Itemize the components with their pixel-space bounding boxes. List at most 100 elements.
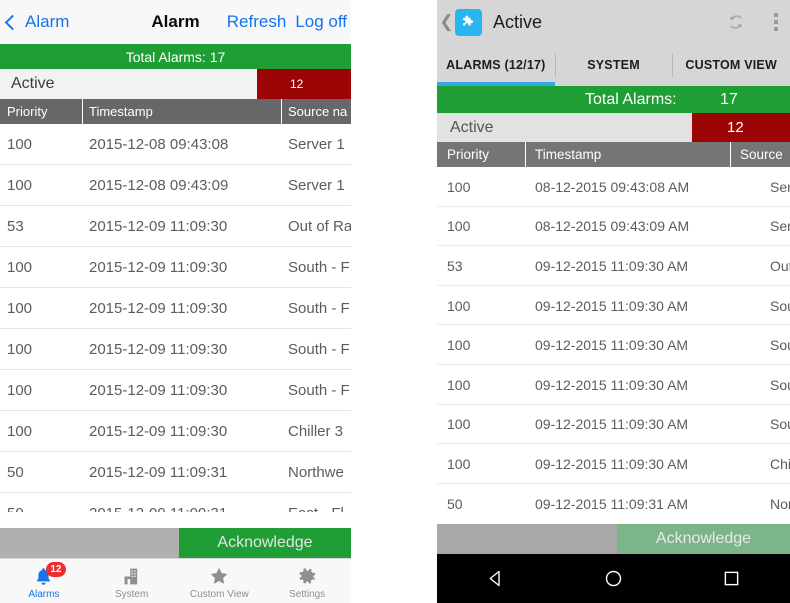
android-system-navigation-bar [437,554,790,603]
column-header-source[interactable]: Source na [288,99,351,124]
triangle-back-icon[interactable] [466,554,526,603]
total-alarms-value: 17 [720,90,738,108]
cell-timestamp: 09-12-2015 11:09:30 AM [535,337,689,354]
active-summary-row[interactable]: Active 12 [437,113,790,142]
tab-system[interactable]: System [88,559,176,603]
column-header-priority[interactable]: Priority [7,99,77,124]
cell-priority: 100 [447,218,471,235]
acknowledge-bar: Acknowledge [437,524,790,554]
tab-label: SYSTEM [587,58,640,72]
cell-source: South - F [288,259,350,276]
logoff-button[interactable]: Log off [295,12,347,32]
table-row[interactable]: 50 09-12-2015 11:09:31 AM North [437,483,790,522]
android-action-bar: ❮ Active [437,0,790,44]
cell-timestamp: 2015-12-09 11:09:30 [89,300,228,317]
table-row[interactable]: 100 2015-12-09 11:09:30 South - F [0,370,351,411]
table-row[interactable]: 100 2015-12-09 11:09:30 South - F [0,247,351,288]
acknowledge-bar: Acknowledge [0,528,351,558]
active-count-badge: 12 [257,69,351,99]
tab-label: Settings [289,588,326,600]
cell-priority: 50 [7,493,77,512]
cell-source: Server 1 [770,218,790,235]
back-chevron-icon[interactable]: ❮ [439,12,453,32]
tab-settings[interactable]: Settings [263,559,351,603]
refresh-icon[interactable] [726,12,746,32]
cell-source: South - [770,376,790,393]
table-row[interactable]: 100 2015-12-09 11:09:30 South - F [0,329,351,370]
table-row[interactable]: 100 09-12-2015 11:09:30 AM South - [437,285,790,326]
tab-alarms-12-17[interactable]: ALARMS (12/17) [437,44,555,86]
cell-timestamp: 2015-12-09 11:09:31 [89,493,275,512]
cell-priority: 100 [7,423,33,440]
column-divider [82,99,83,124]
refresh-button[interactable]: Refresh [227,12,287,32]
cell-priority: 100 [7,382,33,399]
cell-timestamp: 09-12-2015 11:09:31 AM [535,495,689,512]
cell-source: Server 1 [288,136,345,153]
column-header-timestamp[interactable]: Timestamp [89,99,275,124]
tab-system[interactable]: SYSTEM [554,44,673,86]
cell-priority: 100 [447,455,471,472]
puzzle-piece-icon [455,8,482,36]
table-row[interactable]: 100 08-12-2015 09:43:09 AM Server 1 [437,206,790,247]
ios-tab-bar: 12 Alarms System Custom View Settings [0,558,351,603]
cell-priority: 50 [7,464,24,481]
column-header-priority[interactable]: Priority [447,142,527,167]
ios-navbar-actions: Refresh Log off [227,0,351,44]
acknowledge-bar-spacer [0,528,179,558]
tab-custom-view[interactable]: CUSTOM VIEW [672,44,790,86]
cell-timestamp: 2015-12-08 09:43:08 [89,136,229,153]
cell-priority: 100 [7,300,33,317]
back-button[interactable]: Alarm [4,12,69,32]
tab-label: System [114,588,149,600]
table-row[interactable]: 100 08-12-2015 09:43:08 AM Server 1 [437,167,790,207]
cell-source: South - F [288,300,350,317]
app-title: Active [493,11,543,32]
table-row[interactable]: 100 09-12-2015 11:09:30 AM South - [437,325,790,365]
cell-priority: 100 [7,136,33,153]
acknowledge-bar-spacer [437,524,617,554]
table-row[interactable]: 50 2015-12-09 11:09:31 East - Fl [0,493,351,512]
cell-priority: 100 [447,178,471,195]
screenshot-root: Alarm Alarm Refresh Log off Total Alarms… [0,0,790,603]
cell-priority: 100 [7,177,33,194]
cell-timestamp: 2015-12-09 11:09:30 [89,218,228,235]
column-header-source[interactable]: Source [740,142,790,167]
table-row[interactable]: 50 2015-12-09 11:09:31 Northwe [0,452,351,493]
alarm-table-body: 100 2015-12-08 09:43:08 Server 1 100 2015-12… [0,124,351,512]
table-row[interactable]: 100 2015-12-08 09:43:09 Server 1 [0,165,351,206]
square-recents-icon[interactable] [701,554,761,603]
cell-source: East - Fl [288,493,351,512]
cell-source: Server 1 [770,178,790,195]
table-row[interactable]: 100 2015-12-09 11:09:30 Chiller 3 [0,411,351,452]
active-summary-row[interactable]: Active 12 [0,69,351,99]
total-alarms-bar: Total Alarms: 17 [0,44,351,69]
table-row[interactable]: 100 2015-12-08 09:43:08 Server 1 [0,124,351,165]
table-row[interactable]: 100 2015-12-09 11:09:30 South - F [0,288,351,329]
tab-label: Alarms [28,588,60,600]
table-row[interactable]: 53 09-12-2015 11:09:30 AM Out of R [437,246,790,286]
android-alarm-screen: ❮ Active ALARMS (12/17) SYSTEM CUSTOM VI… [437,0,790,603]
overflow-menu-icon[interactable] [768,9,784,35]
table-row[interactable]: 100 09-12-2015 11:09:30 AM Chiller 3 [437,444,790,484]
acknowledge-button[interactable]: Acknowledge [179,528,351,558]
tab-alarms[interactable]: 12 Alarms [0,559,88,603]
active-count-badge: 12 [692,113,790,142]
table-row[interactable]: 53 2015-12-09 11:09:30 Out of Ra [0,206,351,247]
column-header-timestamp[interactable]: Timestamp [535,142,725,167]
column-divider [525,142,526,167]
table-row[interactable]: 100 09-12-2015 11:09:30 AM South - [437,364,790,405]
tab-custom-view[interactable]: Custom View [176,559,264,603]
table-row[interactable]: 100 09-12-2015 11:09:30 AM South - [437,404,790,445]
tab-label: CUSTOM VIEW [685,58,777,72]
cell-priority: 100 [447,297,471,314]
tab-label: Custom View [190,588,249,600]
cell-source: Out of Ra [288,218,351,235]
acknowledge-button[interactable]: Acknowledge [617,524,790,554]
total-alarms-label: Total Alarms: [585,90,677,108]
table-header: Priority Timestamp Source na [0,99,351,124]
cell-timestamp: 2015-12-09 11:09:30 [89,382,228,399]
cell-priority: 50 [447,495,463,512]
circle-home-icon[interactable] [583,554,643,603]
cell-timestamp: 2015-12-09 11:09:31 [89,464,228,481]
